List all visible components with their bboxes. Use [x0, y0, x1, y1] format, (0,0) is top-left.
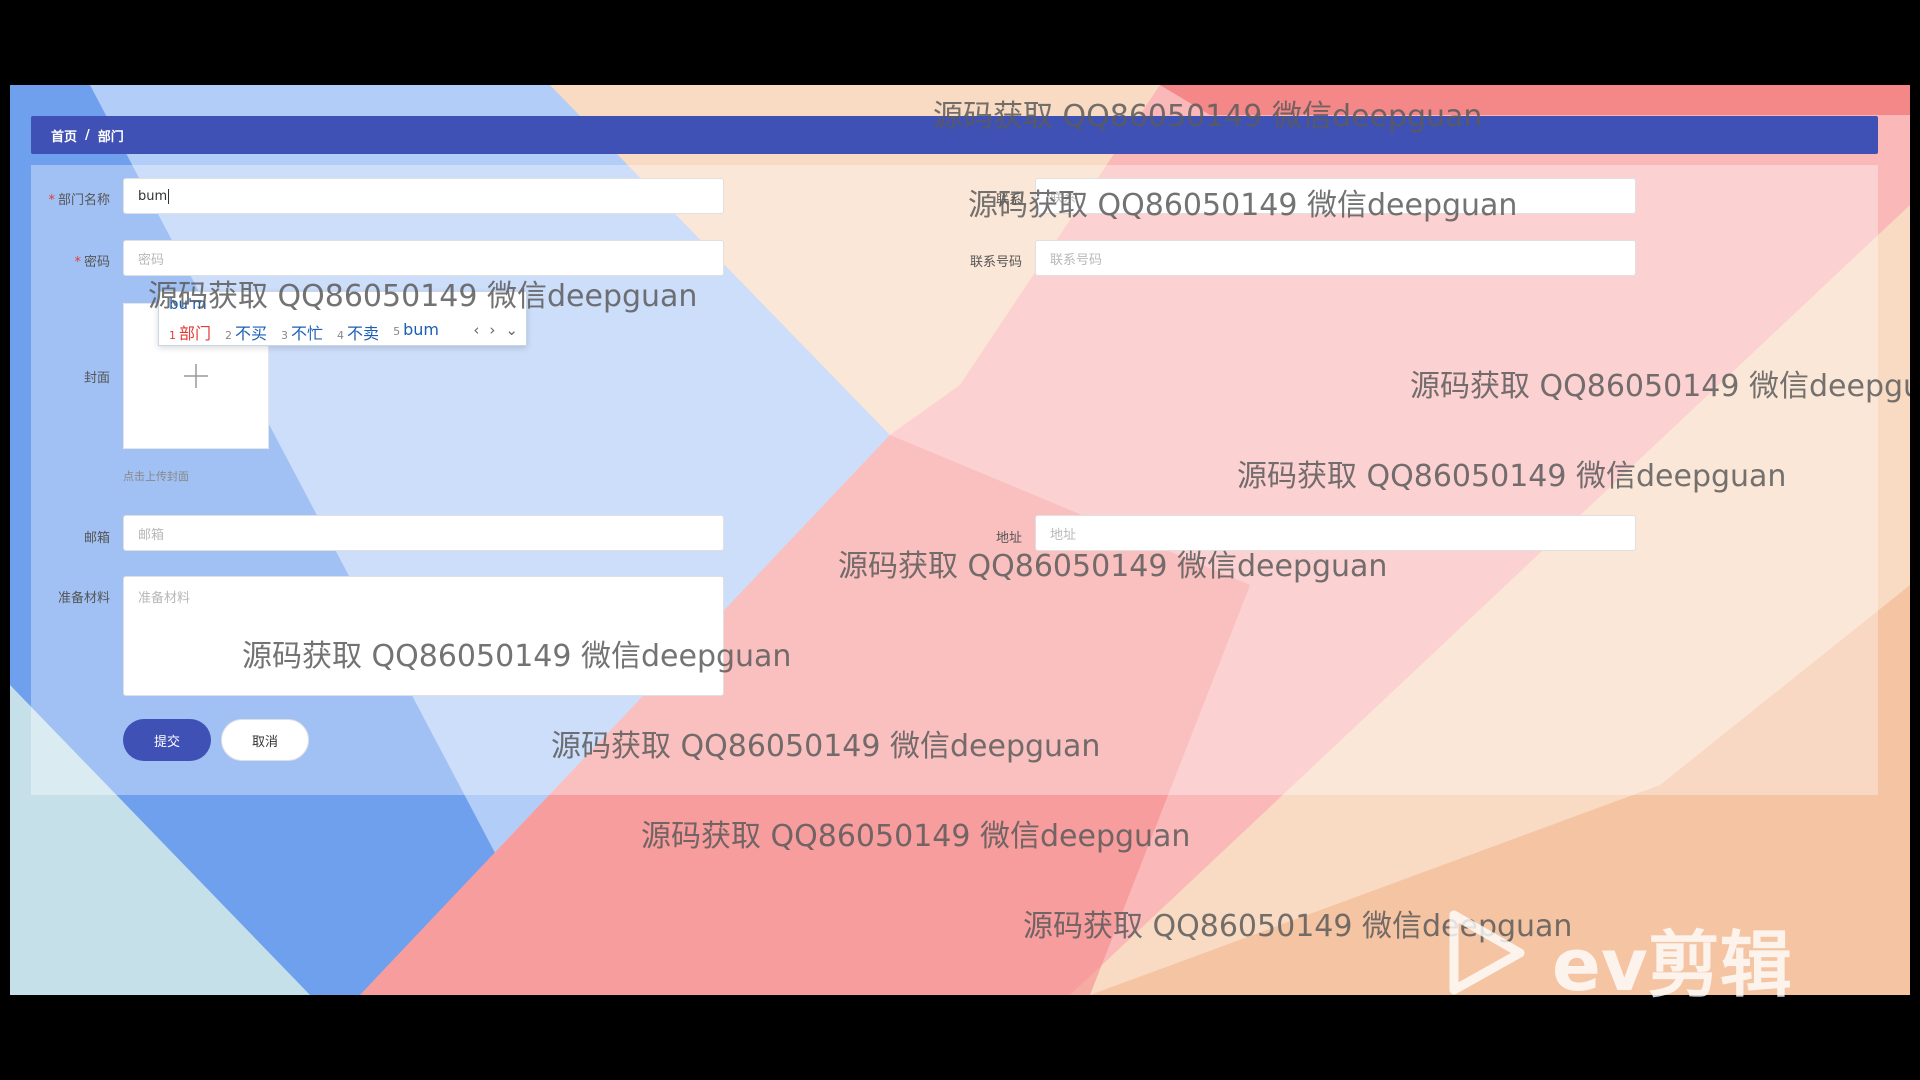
contact-input[interactable]: 联系 [1035, 178, 1636, 214]
address-input[interactable]: 地址 [1035, 515, 1636, 551]
dept-name-label: * 部门名称 [48, 193, 110, 208]
text-caret [168, 188, 170, 204]
next-page-icon[interactable]: › [489, 321, 495, 339]
ime-nav: ‹ › ⌄ [473, 321, 518, 339]
breadcrumb-home[interactable]: 首页 [51, 126, 77, 145]
materials-label: 准备材料 [57, 591, 110, 606]
required-mark: * [48, 193, 55, 208]
ime-candidate[interactable]: 1 部门 [169, 320, 211, 344]
cancel-button[interactable]: 取消 [221, 719, 309, 761]
ime-candidate-list: 1 部门 2 不买 3 不忙 4 不卖 5 bum [169, 320, 439, 344]
cover-label: 封面 [83, 371, 110, 386]
editor-watermark: ev剪辑 [1552, 923, 1792, 1007]
password-input[interactable]: 密码 [123, 240, 724, 276]
dept-name-input[interactable]: bum [123, 178, 724, 214]
address-label: 地址 [995, 531, 1022, 546]
cover-hint: 点击上传封面 [123, 470, 189, 483]
ime-candidate[interactable]: 4 不卖 [337, 320, 379, 344]
app-window: 首页 / 部门 * 部门名称 bum 联系 联系 * 密码 密码 联系号码 联系号码… [10, 85, 1910, 995]
expand-icon[interactable]: ⌄ [505, 321, 518, 339]
email-input[interactable]: 邮箱 [123, 515, 724, 551]
materials-textarea[interactable]: 准备材料 [123, 576, 724, 696]
email-label: 邮箱 [83, 531, 110, 546]
phone-input[interactable]: 联系号码 [1035, 240, 1636, 276]
breadcrumb: 首页 / 部门 [31, 116, 1878, 154]
contact-label: 联系 [995, 193, 1022, 208]
required-mark: * [74, 255, 81, 270]
ime-candidate[interactable]: 3 不忙 [281, 320, 323, 344]
breadcrumb-separator: / [85, 127, 90, 143]
prev-page-icon[interactable]: ‹ [473, 321, 479, 339]
ime-candidate[interactable]: 5 bum [393, 320, 439, 344]
plus-icon [184, 364, 208, 388]
ime-candidate-window: bu'm 1 部门 2 不买 3 不忙 4 不卖 5 bum ‹ › ⌄ [158, 291, 527, 346]
ime-composition: bu'm [169, 295, 207, 313]
submit-button[interactable]: 提交 [123, 719, 211, 761]
password-label: * 密码 [74, 255, 110, 270]
phone-label: 联系号码 [969, 255, 1022, 270]
ime-candidate[interactable]: 2 不买 [225, 320, 267, 344]
breadcrumb-current: 部门 [97, 129, 124, 145]
